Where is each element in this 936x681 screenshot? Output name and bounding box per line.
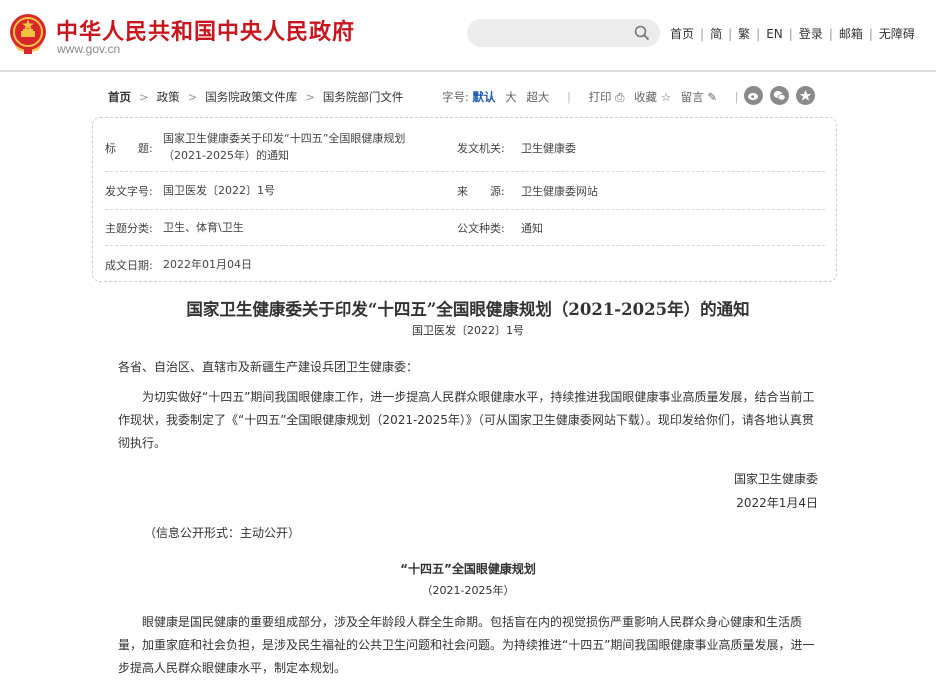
weibo-icon[interactable] — [744, 86, 763, 105]
breadcrumb-policy-library[interactable]: 国务院政策文件库 — [205, 90, 297, 104]
nav-login[interactable]: 登录 — [799, 27, 823, 41]
disclosure-note: （信息公开形式：主动公开） — [144, 526, 301, 540]
title-label: 标 题: — [105, 142, 153, 155]
print-button[interactable]: 打印 ⎙ — [589, 90, 625, 104]
font-size-default[interactable]: 默认 — [473, 90, 496, 104]
nav-english[interactable]: EN — [766, 27, 783, 41]
site-domain: www.gov.cn — [57, 42, 121, 56]
title-value: 国家卫生健康委关于印发“十四五”全国眼健康规划（2021-2025年）的通知 — [163, 132, 406, 162]
font-size-label: 字号: — [442, 90, 469, 104]
star-icon: ☆ — [660, 90, 672, 104]
doc-number-label: 发文字号: — [105, 185, 153, 198]
issuer-label: 发文机关: — [457, 142, 505, 155]
share-icons — [744, 86, 822, 106]
nav-home[interactable]: 首页 — [670, 27, 694, 41]
plan-title: “十四五”全国眼健康规划 — [400, 562, 536, 576]
metadata-row: 主题分类: 卫生、体育\卫生 公文种类: 通知 — [105, 210, 825, 246]
nav-simplified[interactable]: 简 — [710, 27, 722, 41]
metadata-row: 发文字号: 国卫医发〔2022〕1号 来 源: 卫生健康委网站 — [105, 172, 825, 210]
document-number: 国卫医发〔2022〕1号 — [412, 324, 524, 337]
breadcrumb: 首页 > 政策 > 国务院政策文件库 > 国务院部门文件 — [108, 90, 404, 104]
nav-traditional[interactable]: 繁 — [738, 27, 750, 41]
favorite-button[interactable]: 收藏 ☆ — [634, 90, 671, 104]
metadata-row: 成文日期: 2022年01月04日 — [105, 246, 825, 280]
sign-date: 2022年1月4日 — [736, 496, 818, 510]
printer-icon: ⎙ — [615, 90, 625, 104]
plan-intro-paragraph: 眼健康是国民健康的重要组成部分，涉及全年龄段人群全生命期。包括盲在内的视觉损伤严… — [118, 615, 815, 675]
nav-accessibility[interactable]: 无障碍 — [879, 27, 915, 41]
doc-type-label: 公文种类: — [457, 222, 505, 235]
pencil-icon: ✎ — [707, 90, 717, 104]
font-size-xlarge[interactable]: 超大 — [526, 90, 549, 104]
search-icon[interactable] — [634, 25, 650, 41]
source-label: 来 源: — [457, 185, 505, 198]
nav-mail[interactable]: 邮箱 — [839, 27, 863, 41]
document-title: 国家卫生健康委关于印发“十四五”全国眼健康规划（2021-2025年）的通知 — [186, 300, 750, 319]
doc-type-value: 通知 — [521, 222, 543, 235]
wechat-icon[interactable] — [770, 86, 789, 105]
national-emblem-icon[interactable] — [8, 12, 48, 56]
category-label: 主题分类: — [105, 222, 153, 235]
source-value: 卫生健康委网站 — [521, 185, 598, 198]
breadcrumb-home[interactable]: 首页 — [108, 90, 131, 104]
body-paragraph: 为切实做好“十四五”期间我国眼健康工作，进一步提高人民群众眼健康水平，持续推进我… — [118, 390, 815, 450]
date-label: 成文日期: — [105, 259, 153, 272]
breadcrumb-policy[interactable]: 政策 — [157, 90, 180, 104]
breadcrumb-dept-docs[interactable]: 国务院部门文件 — [323, 90, 404, 104]
plan-years: （2021-2025年） — [421, 584, 515, 597]
category-value: 卫生、体育\卫生 — [163, 221, 244, 234]
top-nav: 首页 | 简 | 繁 | EN | 登录 | 邮箱 | 无障碍 — [670, 27, 915, 41]
toolbar: 字号: 默认 大 超大 | 打印 ⎙ 收藏 ☆ 留言 ✎ | — [442, 90, 739, 104]
search-input[interactable] — [467, 19, 660, 47]
qzone-icon[interactable] — [796, 86, 815, 105]
font-size-large[interactable]: 大 — [505, 90, 517, 104]
comment-button[interactable]: 留言 ✎ — [681, 90, 717, 104]
date-value: 2022年01月04日 — [163, 258, 252, 271]
signature: 国家卫生健康委 — [733, 472, 818, 486]
document-metadata-table: 标 题: 国家卫生健康委关于印发“十四五”全国眼健康规划（2021-2025年）… — [92, 117, 837, 282]
salutation: 各省、自治区、直辖市及新疆生产建设兵团卫生健康委： — [118, 360, 419, 374]
doc-number-value: 国卫医发〔2022〕1号 — [163, 184, 275, 197]
issuer-value: 卫生健康委 — [521, 142, 576, 155]
metadata-row: 标 题: 国家卫生健康委关于印发“十四五”全国眼健康规划（2021-2025年）… — [105, 126, 825, 172]
site-header: 中华人民共和国中央人民政府 www.gov.cn 首页 | 简 | 繁 | EN | 登录 | 邮箱… — [0, 0, 936, 72]
